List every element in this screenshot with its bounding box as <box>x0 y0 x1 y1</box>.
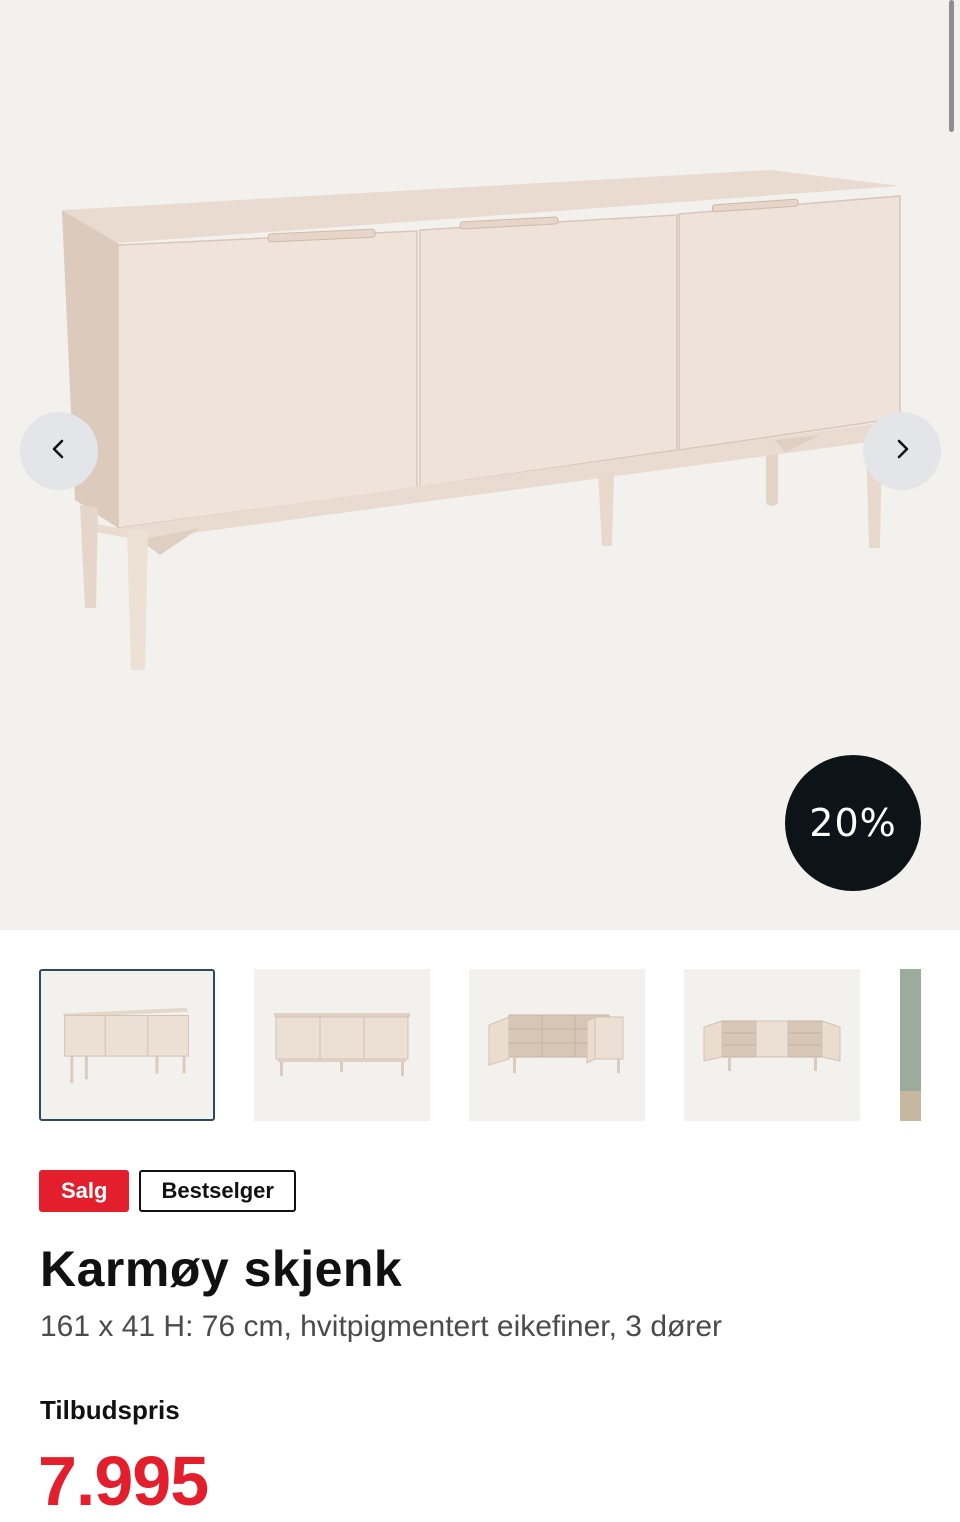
price-label: Tilbudspris <box>40 1395 180 1425</box>
product-title: Karmøy skjenk <box>40 1241 403 1297</box>
scrollbar[interactable] <box>949 0 954 132</box>
bestseller-badge: Bestselger <box>139 1170 296 1212</box>
product-description: 161 x 41 H: 76 cm, hvitpigmentert eikefi… <box>40 1310 722 1343</box>
thumbnail-1[interactable] <box>39 969 215 1121</box>
chevron-right-icon <box>892 438 912 465</box>
thumbnail-3[interactable] <box>469 969 645 1121</box>
gallery-next-button[interactable] <box>863 412 941 490</box>
thumbnail-4[interactable] <box>684 969 860 1121</box>
price: 7.995 <box>38 1442 209 1520</box>
chevron-left-icon <box>49 438 69 465</box>
thumbnail-5[interactable] <box>900 969 921 1121</box>
thumbnail-strip <box>0 969 960 1123</box>
gallery-prev-button[interactable] <box>20 412 98 490</box>
sale-badge: Salg <box>39 1170 130 1212</box>
room-floor <box>900 1091 921 1121</box>
product-gallery: 20% <box>0 0 960 930</box>
product-badges: Salg Bestselger <box>39 1170 296 1212</box>
thumbnail-2[interactable] <box>254 969 430 1121</box>
discount-badge: 20% <box>785 755 921 891</box>
